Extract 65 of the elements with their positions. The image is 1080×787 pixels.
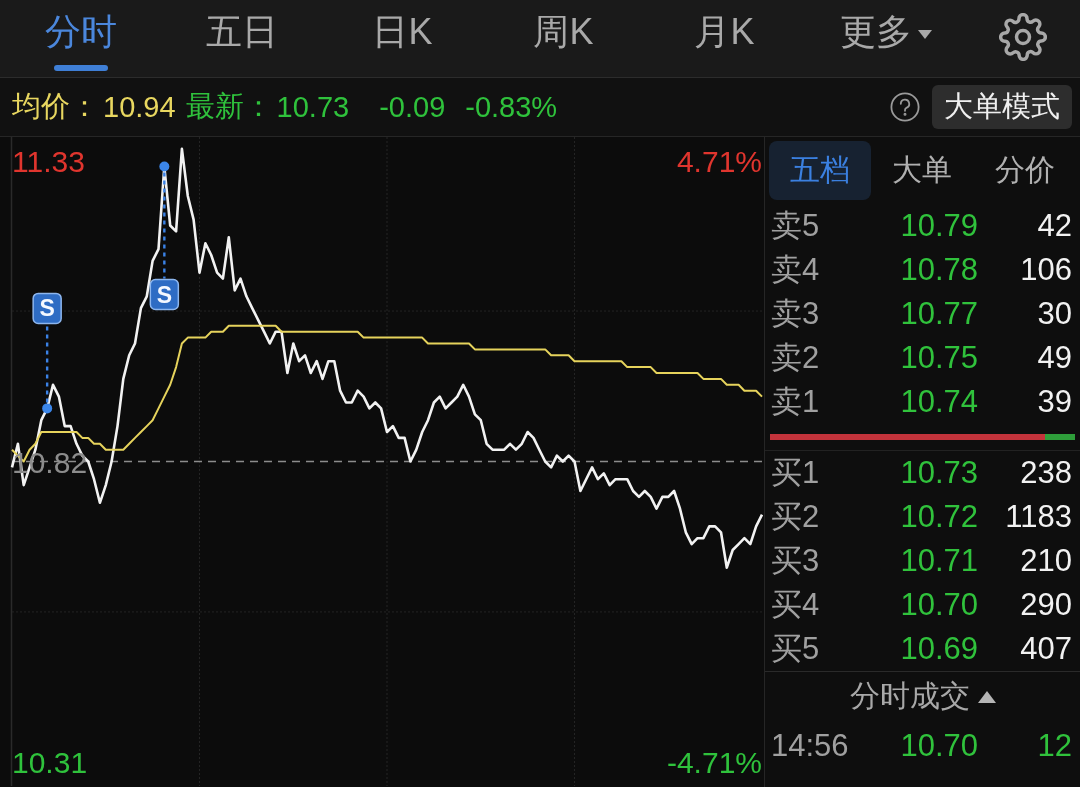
chart-period-tab[interactable]: 五日 bbox=[161, 0, 322, 77]
trade-time: 14:56 bbox=[771, 728, 850, 764]
chart-period-tab[interactable]: 分时 bbox=[0, 0, 161, 77]
caret-down-icon bbox=[917, 30, 932, 39]
bid-level-label: 买3 bbox=[771, 542, 821, 580]
latest-price-label: 最新： bbox=[185, 89, 273, 124]
settings-button[interactable] bbox=[999, 12, 1047, 61]
trades-section-toggle[interactable]: 分时成交 bbox=[849, 676, 996, 717]
bid-price: 10.69 bbox=[899, 631, 978, 667]
bid-level-label: 买5 bbox=[771, 630, 821, 668]
trade-volume: 12 bbox=[1036, 728, 1072, 764]
bid-price: 10.70 bbox=[899, 587, 978, 623]
ask-level-label: 卖2 bbox=[771, 339, 821, 377]
bid-level-label: 买4 bbox=[771, 586, 821, 624]
ask-level-label: 卖1 bbox=[771, 383, 821, 421]
price-change: -0.09 bbox=[379, 90, 446, 124]
order-book-tab[interactable]: 分价 bbox=[973, 141, 1076, 200]
bid-volume: 238 bbox=[1019, 455, 1072, 491]
ask-level-label: 卖5 bbox=[771, 207, 821, 245]
bid-price: 10.72 bbox=[899, 499, 978, 535]
bid-volume: 290 bbox=[1019, 587, 1072, 623]
ask-volume: 39 bbox=[1036, 384, 1072, 420]
average-price-label: 均价： bbox=[12, 89, 99, 124]
bid-level-label: 买2 bbox=[771, 498, 821, 536]
ask-price: 10.74 bbox=[899, 384, 978, 420]
bid-price: 10.73 bbox=[899, 455, 978, 491]
bid-volume: 210 bbox=[1019, 543, 1072, 579]
order-book-tab[interactable]: 大单 bbox=[871, 141, 974, 200]
percent-axis-label: -4.71% bbox=[666, 746, 762, 780]
signal-point bbox=[42, 403, 53, 414]
ask-volume: 49 bbox=[1036, 340, 1072, 376]
ask-price: 10.77 bbox=[899, 296, 978, 332]
ask-volume: 42 bbox=[1036, 208, 1072, 244]
large-order-mode-button[interactable]: 大单模式 bbox=[932, 85, 1072, 129]
chart-period-tab[interactable]: 月K bbox=[644, 0, 805, 77]
ask-price: 10.79 bbox=[899, 208, 978, 244]
annotation: S bbox=[39, 295, 55, 322]
average-price-value: 10.94 bbox=[103, 90, 176, 124]
ask-volume: 106 bbox=[1019, 252, 1072, 288]
signal-point bbox=[159, 161, 170, 172]
ask-level-label: 卖3 bbox=[771, 295, 821, 333]
caret-up-icon bbox=[977, 690, 996, 703]
chart-period-tab[interactable]: 更多 bbox=[805, 0, 966, 77]
settings-icon bbox=[999, 12, 1047, 61]
chart-period-tab[interactable]: 日K bbox=[322, 0, 483, 77]
price-axis-label: 11.33 bbox=[12, 144, 85, 178]
ask-level-label: 卖4 bbox=[771, 251, 821, 289]
chart-period-tab[interactable]: 周K bbox=[483, 0, 644, 77]
annotation: S bbox=[156, 281, 173, 308]
trade-price: 10.70 bbox=[899, 728, 978, 764]
price-axis-label: 10.31 bbox=[12, 746, 88, 780]
percent-axis-label: 4.71% bbox=[676, 144, 762, 178]
ask-price: 10.78 bbox=[899, 252, 978, 288]
bid-volume: 407 bbox=[1019, 631, 1072, 667]
signal-tag[interactable]: S bbox=[149, 278, 180, 311]
order-book-tab[interactable]: 五档 bbox=[769, 141, 872, 200]
ask-volume: 30 bbox=[1036, 296, 1072, 332]
bid-level-label: 买1 bbox=[771, 454, 821, 492]
bid-price: 10.71 bbox=[899, 543, 978, 579]
help-icon[interactable] bbox=[890, 92, 920, 122]
price-change-percent: -0.83% bbox=[465, 90, 558, 124]
latest-price-value: 10.73 bbox=[276, 90, 350, 124]
bid-volume: 1183 bbox=[1004, 499, 1072, 535]
ask-price: 10.75 bbox=[899, 340, 978, 376]
signal-tag[interactable]: S bbox=[32, 292, 62, 325]
